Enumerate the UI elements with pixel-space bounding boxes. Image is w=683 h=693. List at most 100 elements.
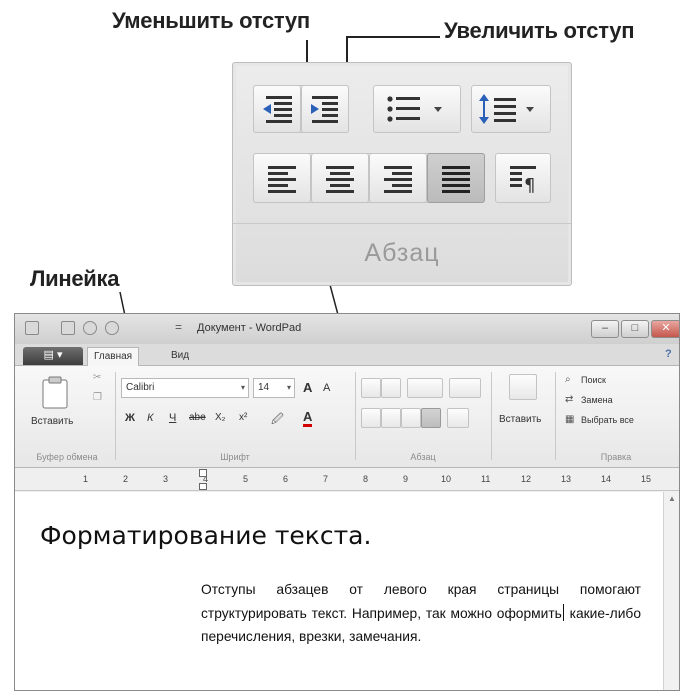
bold-button[interactable]: Ж (125, 412, 135, 424)
ruler-tick: 6 (283, 474, 289, 484)
file-menu-button[interactable]: ▤ ▾ (23, 347, 83, 365)
increase-indent-icon (311, 96, 338, 123)
decrease-indent-small[interactable] (361, 378, 381, 398)
maximize-button[interactable]: □ (621, 320, 649, 338)
bullet-list-small[interactable] (407, 378, 443, 398)
align-right-small[interactable] (401, 408, 421, 428)
line-spacing-small[interactable] (449, 378, 481, 398)
document-heading: Форматирование текста. (40, 521, 372, 550)
paragraph-group-caption: Абзац (364, 239, 440, 267)
document-area[interactable]: Форматирование текста. Отступы абзацев о… (15, 492, 663, 690)
font-family-value: Calibri (126, 382, 155, 393)
align-left-icon (268, 166, 296, 193)
wordpad-window: = Документ - WordPad – □ ✕ ▤ ▾ Главная В… (14, 313, 680, 691)
align-center-small[interactable] (381, 408, 401, 428)
increase-indent-button[interactable] (301, 85, 349, 133)
decrease-indent-icon (263, 96, 292, 123)
paragraph-settings-button[interactable]: ¶ (495, 153, 551, 203)
paragraph-group-label: Абзац (410, 452, 436, 462)
close-button[interactable]: ✕ (651, 320, 679, 338)
select-all-button[interactable]: Выбрать все (581, 415, 634, 425)
ruler-tick: 15 (641, 474, 652, 484)
font-size-combo[interactable]: 14 ▾ (253, 378, 295, 398)
justify-small[interactable] (421, 408, 441, 428)
paragraph-group-zoom: ¶ Абзац (232, 62, 572, 286)
help-icon[interactable]: ? (665, 348, 672, 360)
increase-indent-small[interactable] (381, 378, 401, 398)
clipboard-group-label: Буфер обмена (36, 452, 98, 462)
save-icon[interactable] (61, 321, 75, 335)
app-menu-icon[interactable] (25, 321, 39, 335)
tab-home[interactable]: Главная (87, 347, 140, 366)
find-icon: ⌕ (565, 374, 571, 385)
font-size-value: 14 (258, 382, 270, 393)
ribbon-separator (115, 372, 116, 460)
ruler[interactable]: 1 2 3 4 5 6 7 8 9 10 11 12 13 14 15 (15, 469, 679, 491)
scroll-up-icon[interactable]: ▲ (668, 494, 676, 503)
paragraph-settings-small[interactable] (447, 408, 469, 428)
justify-icon (442, 166, 470, 193)
superscript-button[interactable]: x² (239, 412, 247, 423)
font-group-label: Шрифт (220, 452, 250, 462)
ribbon-separator (555, 372, 556, 460)
align-right-icon (384, 166, 412, 193)
font-color-button[interactable]: A (303, 410, 313, 427)
group-caption-separator (233, 223, 571, 224)
undo-icon[interactable] (83, 321, 97, 335)
paste-label[interactable]: Вставить (31, 416, 73, 427)
ruler-tick: 10 (441, 474, 452, 484)
bullet-list-button[interactable] (373, 85, 461, 133)
paste-icon[interactable] (41, 376, 69, 410)
vertical-scrollbar[interactable]: ▲ (663, 492, 679, 690)
subscript-button[interactable]: X₂ (215, 412, 226, 423)
ribbon: Вставить ✂ ❐ Буфер обмена Calibri ▾ 14 ▾ A… (15, 366, 679, 468)
ribbon-separator (491, 372, 492, 460)
chevron-down-icon: ▾ (240, 383, 245, 392)
ribbon-tabs: ▤ ▾ Главная Вид ? (15, 344, 679, 366)
ruler-tick: 12 (521, 474, 532, 484)
grow-font-button[interactable]: A (303, 380, 312, 395)
replace-icon: ⇄ (565, 394, 574, 405)
ruler-tick: 5 (243, 474, 249, 484)
editing-group-label: Правка (600, 452, 632, 462)
text-caret (562, 603, 564, 621)
ribbon-separator (355, 372, 356, 460)
copy-icon[interactable]: ❐ (93, 392, 102, 403)
replace-button[interactable]: Замена (581, 395, 613, 405)
paragraph-settings-icon: ¶ (510, 166, 536, 196)
font-family-combo[interactable]: Calibri ▾ (121, 378, 249, 398)
minimize-button[interactable]: – (591, 320, 619, 338)
strikethrough-button[interactable]: abe (189, 412, 206, 423)
ruler-tick: 3 (163, 474, 169, 484)
tab-view[interactable]: Вид (165, 347, 195, 366)
shrink-font-button[interactable]: A (323, 382, 330, 394)
bullet-list-icon (387, 96, 442, 122)
align-left-small[interactable] (361, 408, 381, 428)
line-spacing-button[interactable] (471, 85, 551, 133)
justify-button[interactable] (427, 153, 485, 203)
highlight-icon[interactable]: 🖉 (271, 410, 284, 431)
title-bar: = Документ - WordPad – □ ✕ (15, 314, 679, 344)
underline-button[interactable]: Ч (169, 412, 176, 424)
insert-picture-icon[interactable] (509, 374, 537, 400)
line-spacing-icon (479, 94, 534, 124)
align-center-button[interactable] (311, 153, 369, 203)
ruler-tick: 1 (83, 474, 89, 484)
italic-button[interactable]: К (147, 412, 153, 424)
ruler-tick: 7 (323, 474, 329, 484)
cut-icon[interactable]: ✂ (93, 372, 101, 383)
align-left-button[interactable] (253, 153, 311, 203)
document-paragraph: Отступы абзацев от левого края страницы … (201, 578, 641, 649)
decrease-indent-button[interactable] (253, 85, 301, 133)
qat-customize-icon[interactable]: = (175, 320, 182, 334)
redo-icon[interactable] (105, 321, 119, 335)
ruler-tick: 9 (403, 474, 409, 484)
ruler-tick: 14 (601, 474, 612, 484)
indent-marker[interactable] (199, 469, 207, 477)
align-right-button[interactable] (369, 153, 427, 203)
left-indent-handle[interactable] (199, 483, 207, 490)
find-button[interactable]: Поиск (581, 375, 606, 385)
align-center-icon (326, 166, 354, 193)
insert-label[interactable]: Вставить (499, 414, 541, 425)
ruler-tick: 8 (363, 474, 369, 484)
